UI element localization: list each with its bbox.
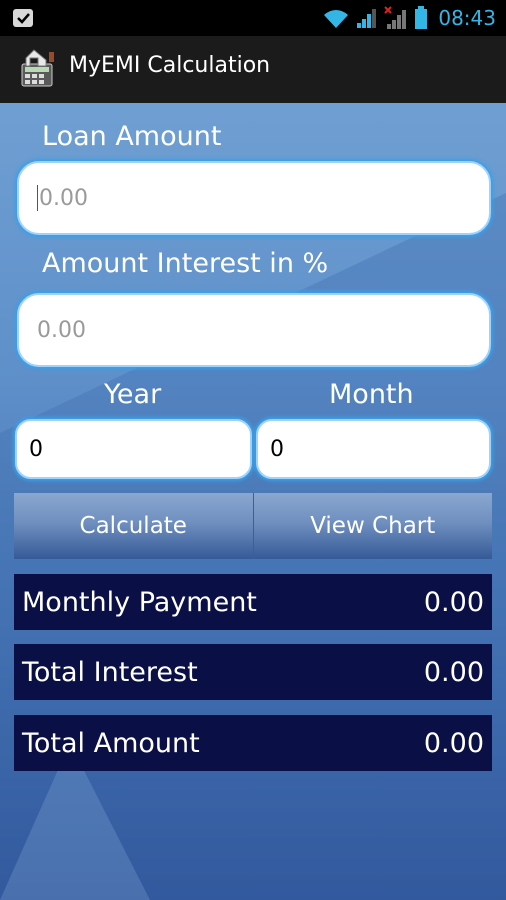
total-amount-row: Total Amount 0.00 [14, 715, 492, 771]
view-chart-button[interactable]: View Chart [252, 493, 492, 559]
month-value: 0 [270, 436, 284, 462]
loan-amount-placeholder: 0.00 [39, 185, 88, 211]
monthly-payment-value: 0.00 [423, 586, 484, 618]
signal-no-service-icon [384, 6, 407, 29]
year-value: 0 [29, 436, 43, 462]
total-amount-label: Total Amount [22, 727, 200, 759]
notification-check-icon [13, 9, 33, 27]
total-interest-value: 0.00 [423, 656, 484, 688]
action-buttons: Calculate View Chart [14, 493, 492, 559]
calculator-house-icon[interactable] [16, 46, 62, 92]
loan-amount-label: Loan Amount [42, 121, 222, 152]
month-input[interactable]: 0 [256, 419, 491, 479]
monthly-payment-label: Monthly Payment [22, 586, 257, 618]
total-interest-label: Total Interest [22, 656, 198, 688]
signal-icon [357, 9, 377, 28]
main-content: Loan Amount 0.00 Amount Interest in % 0.… [0, 103, 506, 900]
month-label: Month [329, 379, 414, 410]
text-cursor [37, 185, 38, 211]
app-title: MyEMI Calculation [69, 53, 271, 78]
wifi-icon [324, 10, 349, 28]
interest-placeholder: 0.00 [37, 317, 86, 343]
year-input[interactable]: 0 [15, 419, 252, 479]
total-interest-row: Total Interest 0.00 [14, 644, 492, 700]
calculate-button[interactable]: Calculate [14, 493, 253, 559]
status-time: 08:43 [438, 6, 496, 30]
monthly-payment-row: Monthly Payment 0.00 [14, 574, 492, 630]
loan-amount-input[interactable]: 0.00 [17, 161, 491, 235]
interest-label: Amount Interest in % [42, 248, 329, 279]
year-label: Year [104, 379, 162, 410]
interest-input[interactable]: 0.00 [17, 293, 491, 367]
status-bar: 08:43 [0, 0, 506, 36]
total-amount-value: 0.00 [423, 727, 484, 759]
action-bar: MyEMI Calculation [0, 36, 506, 105]
battery-icon [415, 6, 428, 29]
